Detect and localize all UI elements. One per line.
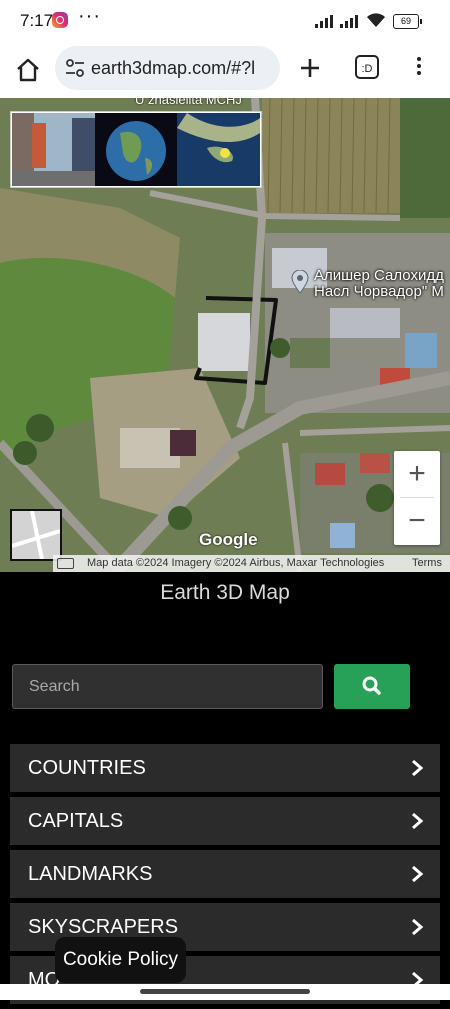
browser-menu-icon[interactable] xyxy=(413,54,425,84)
menu-item-capitals[interactable]: CAPITALS xyxy=(10,797,440,845)
tab-switcher-button[interactable]: :D xyxy=(355,55,379,79)
map-type-selector[interactable] xyxy=(10,111,262,188)
terms-link[interactable]: Terms xyxy=(412,557,442,569)
gesture-handle[interactable] xyxy=(140,989,310,994)
chevron-right-icon xyxy=(412,759,424,777)
clock: 7:17 xyxy=(20,11,54,30)
menu-item-label: LANDMARKS xyxy=(28,863,153,885)
menu-item-label: COUNTRIES xyxy=(28,757,146,779)
terrain-layer-thumbnail[interactable] xyxy=(177,113,260,186)
new-tab-icon[interactable] xyxy=(296,54,324,82)
map-attribution-bar: Map data ©2024 Imagery ©2024 Airbus, Max… xyxy=(53,555,450,572)
system-navigation-bar xyxy=(0,984,450,1000)
street-view-map-icon xyxy=(11,510,61,560)
zoom-out-button[interactable]: − xyxy=(394,498,440,544)
keyboard-shortcuts-icon[interactable] xyxy=(57,558,74,569)
wifi-icon xyxy=(367,13,385,27)
home-icon[interactable] xyxy=(14,56,42,84)
location-pin-icon[interactable] xyxy=(291,270,309,294)
satellite-map[interactable]: U znasiellta MCHJ Алишер Салохидд Насл Ч… xyxy=(0,98,450,572)
status-bar: 7:17 ··· 69 xyxy=(0,0,450,42)
map-attribution: Map data ©2024 Imagery ©2024 Airbus, Max… xyxy=(87,557,385,569)
menu-item-label: SKYSCRAPERS xyxy=(28,916,179,938)
signal-icon xyxy=(315,14,337,28)
zoom-control: + − xyxy=(394,451,440,545)
url-text[interactable]: earth3dmap.com/#?l xyxy=(91,58,255,79)
more-notifications-icon: ··· xyxy=(78,5,101,27)
signal-icon-2 xyxy=(340,14,362,28)
google-logo: Google xyxy=(199,530,258,549)
place-label-line-2: Насл Чорвадор" М xyxy=(314,283,444,300)
chevron-right-icon xyxy=(412,865,424,883)
globe-layer-thumbnail[interactable] xyxy=(95,113,178,186)
street-view-toggle[interactable] xyxy=(10,509,62,561)
browser-toolbar: earth3dmap.com/#?l :D xyxy=(0,42,450,98)
site-title: Earth 3D Map xyxy=(160,581,290,604)
chevron-right-icon xyxy=(412,918,424,936)
battery-icon: 69 xyxy=(393,14,422,29)
menu-item-label: CAPITALS xyxy=(28,810,124,832)
menu-item-landmarks[interactable]: LANDMARKS xyxy=(10,850,440,898)
map-place-label[interactable]: Алишер Салохидд Насл Чорвадор" М xyxy=(314,268,444,300)
street-view-layer-thumbnail[interactable] xyxy=(12,113,95,186)
search-input[interactable] xyxy=(12,664,323,709)
chevron-right-icon xyxy=(412,812,424,830)
instagram-icon xyxy=(52,12,68,28)
search-button[interactable] xyxy=(334,664,410,709)
site-settings-icon[interactable] xyxy=(65,59,85,77)
place-label-line-1: Алишер Салохидд xyxy=(314,267,444,284)
search-icon xyxy=(362,676,381,695)
menu-item-countries[interactable]: COUNTRIES xyxy=(10,744,440,792)
map-place-label-top: U znasiellta MCHJ xyxy=(135,98,242,107)
address-bar[interactable]: earth3dmap.com/#?l xyxy=(55,46,280,90)
zoom-in-button[interactable]: + xyxy=(394,451,440,497)
cookie-policy-button[interactable]: Cookie Policy xyxy=(55,937,186,983)
